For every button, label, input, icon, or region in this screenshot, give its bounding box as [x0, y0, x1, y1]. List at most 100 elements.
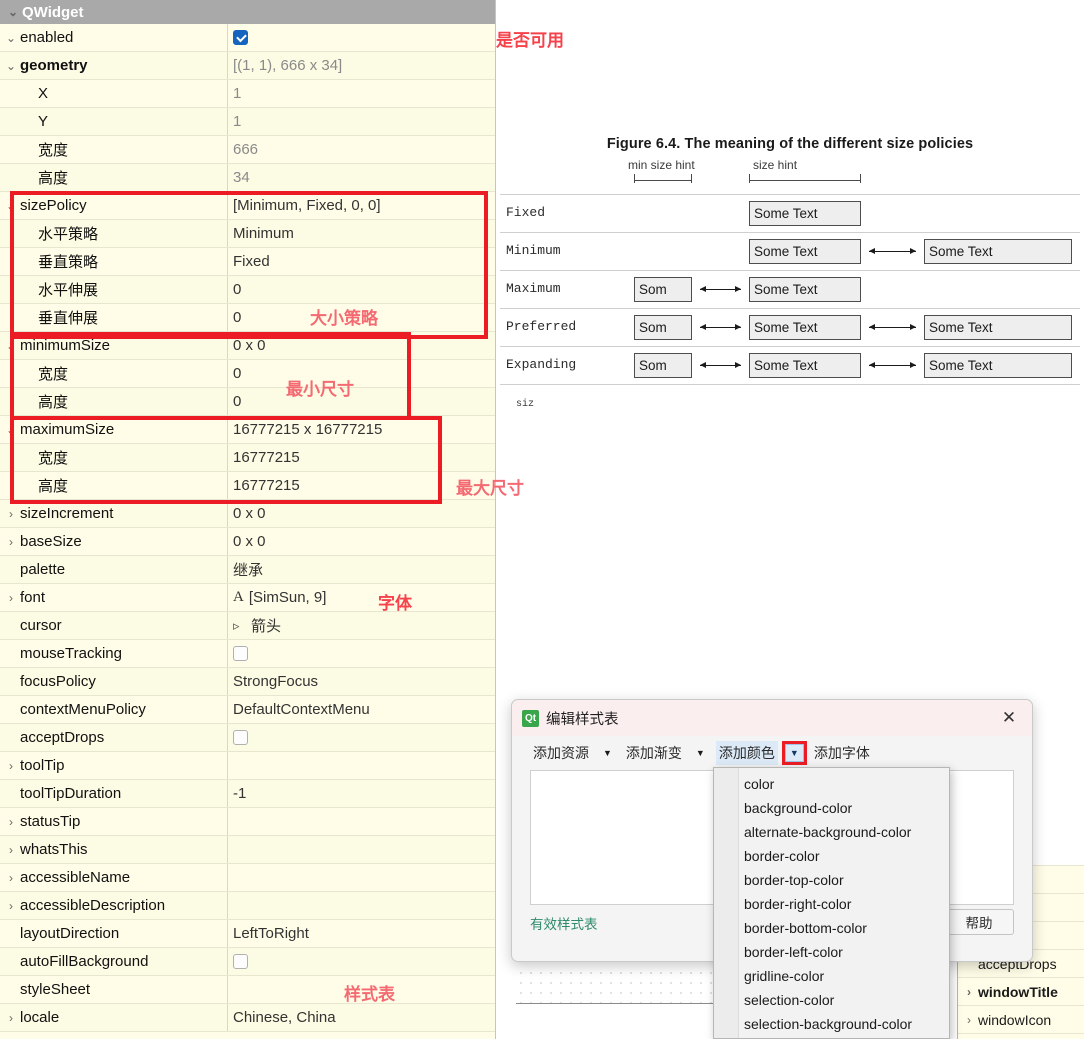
property-value-cell[interactable]: Chinese, China [228, 1004, 495, 1031]
chevron-right-icon[interactable]: › [2, 536, 20, 548]
chevron-down-icon[interactable]: ▼ [696, 748, 705, 758]
chevron-right-icon[interactable]: › [2, 900, 20, 912]
dialog-toolbar[interactable]: 添加资源 ▼ 添加渐变 ▼ 添加颜色 ▼ 添加字体 [512, 736, 1032, 770]
property-value-cell[interactable]: -1 [228, 780, 495, 807]
close-icon[interactable]: ✕ [996, 705, 1022, 731]
property-row[interactable]: ⌄ geometry [(1, 1), 666 x 34] [0, 52, 495, 80]
property-row[interactable]: ›宽度 0 [0, 360, 495, 388]
dropdown-item[interactable]: color [714, 772, 949, 796]
property-value-cell[interactable]: 0 x 0 [228, 332, 495, 359]
chevron-down-icon[interactable]: ⌄ [2, 200, 20, 212]
property-row[interactable]: › locale Chinese, China [0, 1004, 495, 1032]
property-row[interactable]: › font A [SimSun, 9] [0, 584, 495, 612]
property-value-cell[interactable] [228, 640, 495, 667]
property-value-cell[interactable]: LeftToRight [228, 920, 495, 947]
chevron-down-icon[interactable]: ▼ [603, 748, 612, 758]
property-value-cell[interactable]: 1 [228, 80, 495, 107]
property-value-cell[interactable]: 0 [228, 276, 495, 303]
property-row[interactable]: ⌄ sizePolicy [Minimum, Fixed, 0, 0] [0, 192, 495, 220]
property-row[interactable]: › toolTip [0, 752, 495, 780]
property-row[interactable]: ›acceptDrops [0, 724, 495, 752]
property-row[interactable]: ⌄ enabled [0, 24, 495, 52]
property-value-cell[interactable] [228, 836, 495, 863]
property-row[interactable]: › sizeIncrement 0 x 0 [0, 500, 495, 528]
chevron-down-icon[interactable]: ⌄ [2, 340, 20, 352]
toolbar-item[interactable]: 添加颜色 [715, 741, 778, 765]
help-button[interactable]: 帮助 [944, 909, 1014, 935]
checkbox-checked-icon[interactable] [233, 30, 248, 45]
property-value-cell[interactable]: Minimum [228, 220, 495, 247]
property-row[interactable]: ›高度 16777215 [0, 472, 495, 500]
chevron-right-icon[interactable]: › [2, 872, 20, 884]
dropdown-item[interactable]: selection-background-color [714, 1012, 949, 1036]
property-row[interactable]: › accessibleDescription [0, 892, 495, 920]
property-row[interactable]: › baseSize 0 x 0 [0, 528, 495, 556]
property-value-cell[interactable]: StrongFocus [228, 668, 495, 695]
property-row[interactable]: ›宽度 16777215 [0, 444, 495, 472]
chevron-right-icon[interactable]: › [2, 844, 20, 856]
property-row[interactable]: ›高度 34 [0, 164, 495, 192]
property-value-cell[interactable] [228, 724, 495, 751]
add-color-dropdown-menu[interactable]: color background-color alternate-backgroun… [713, 767, 950, 1039]
property-row[interactable]: ›contextMenuPolicy DefaultContextMenu [0, 696, 495, 724]
property-value-cell[interactable]: 1 [228, 108, 495, 135]
property-value-cell[interactable] [228, 864, 495, 891]
chevron-down-icon[interactable]: ▼ [784, 744, 804, 762]
property-row[interactable]: ›layoutDirection LeftToRight [0, 920, 495, 948]
chevron-down-icon[interactable]: ⌄ [2, 424, 20, 436]
property-value-cell[interactable]: [(1, 1), 666 x 34] [228, 52, 495, 79]
property-group-header[interactable]: ⌄ QWidget [0, 0, 495, 24]
toolbar-item[interactable]: 添加字体 [811, 741, 873, 765]
property-value-cell[interactable]: 0 [228, 360, 495, 387]
chevron-down-icon[interactable]: ⌄ [4, 6, 22, 18]
property-value-cell[interactable]: ▹ 箭头 [228, 612, 495, 639]
property-row[interactable]: › whatsThis [0, 836, 495, 864]
property-editor-panel[interactable]: ⌄ QWidget ⌄ enabled ⌄ geometry [(1, 1), 666 … [0, 0, 496, 1039]
checkbox-unchecked-icon[interactable] [233, 730, 248, 745]
toolbar-item[interactable]: 添加渐变 [623, 741, 685, 765]
property-row[interactable]: ›Y 1 [0, 108, 495, 136]
chevron-down-icon[interactable]: ⌄ [2, 32, 20, 44]
property-value-cell[interactable]: 0 x 0 [228, 528, 495, 555]
checkbox-unchecked-icon[interactable] [233, 646, 248, 661]
property-row[interactable]: ›autoFillBackground [0, 948, 495, 976]
property-value-cell[interactable] [228, 808, 495, 835]
property-row[interactable]: ›水平伸展 0 [0, 276, 495, 304]
property-row[interactable]: ›toolTipDuration -1 [0, 780, 495, 808]
checkbox-unchecked-icon[interactable] [233, 954, 248, 969]
property-row[interactable]: › accessibleName [0, 864, 495, 892]
property-value-cell[interactable] [228, 892, 495, 919]
property-value-cell[interactable]: DefaultContextMenu [228, 696, 495, 723]
property-value-cell[interactable]: 16777215 [228, 444, 495, 471]
chevron-right-icon[interactable]: › [2, 816, 20, 828]
property-value-cell[interactable]: Fixed [228, 248, 495, 275]
background-property-row[interactable]: ›windowOpa [958, 1034, 1084, 1039]
chevron-right-icon[interactable]: › [2, 760, 20, 772]
property-row[interactable]: ›水平策略 Minimum [0, 220, 495, 248]
property-row[interactable]: ›focusPolicy StrongFocus [0, 668, 495, 696]
dropdown-item[interactable]: background-color [714, 796, 949, 820]
property-row[interactable]: ›高度 0 [0, 388, 495, 416]
dropdown-item[interactable]: border-color [714, 844, 949, 868]
property-row[interactable]: ›宽度 666 [0, 136, 495, 164]
chevron-down-icon[interactable]: ⌄ [2, 60, 20, 72]
property-row[interactable]: ⌄ minimumSize 0 x 0 [0, 332, 495, 360]
property-value-cell[interactable]: 0 [228, 388, 495, 415]
dropdown-item[interactable]: border-left-color [714, 940, 949, 964]
property-value-cell[interactable]: 继承 [228, 556, 495, 583]
property-value-cell[interactable]: 666 [228, 136, 495, 163]
property-row[interactable]: ›垂直伸展 0 [0, 304, 495, 332]
property-value-cell[interactable] [228, 948, 495, 975]
property-value-cell[interactable]: 16777215 [228, 472, 495, 499]
toolbar-item[interactable]: 添加资源 [530, 741, 592, 765]
property-row[interactable]: ›styleSheet [0, 976, 495, 1004]
property-value-cell[interactable]: A [SimSun, 9] [228, 584, 495, 611]
dropdown-item[interactable]: alternate-background-color [714, 820, 949, 844]
property-value-cell[interactable]: 0 x 0 [228, 500, 495, 527]
background-property-row[interactable]: › windowTitle [958, 978, 1084, 1006]
property-row[interactable]: ›palette 继承 [0, 556, 495, 584]
property-row[interactable]: ›垂直策略 Fixed [0, 248, 495, 276]
dropdown-item[interactable]: selection-color [714, 988, 949, 1012]
dialog-titlebar[interactable]: Qt 编辑样式表 ✕ [512, 700, 1032, 736]
dropdown-item[interactable]: gridline-color [714, 964, 949, 988]
